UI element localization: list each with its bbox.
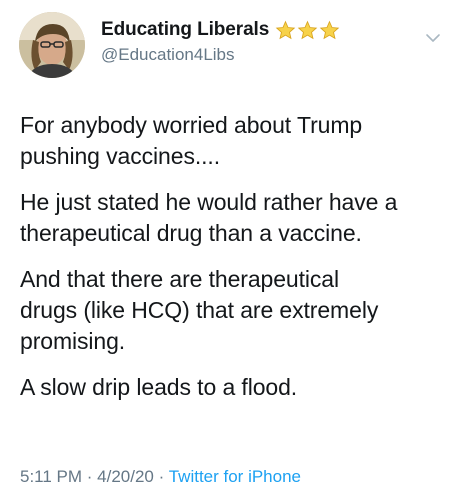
separator: · (82, 467, 98, 486)
user-handle[interactable]: @Education4Libs (101, 45, 340, 65)
tweet-text: For anybody worried about Trump pushing … (20, 110, 450, 418)
tweet-metadata: 5:11 PM · 4/20/20 · Twitter for iPhone (20, 467, 301, 487)
tweet-time[interactable]: 5:11 PM (20, 467, 82, 486)
tweet-source-link[interactable]: Twitter for iPhone (169, 467, 301, 486)
avatar[interactable] (19, 12, 85, 78)
name-badges (275, 20, 340, 41)
chevron-down-icon[interactable] (425, 30, 441, 46)
tweet-paragraph: And that there are therapeutical drugs (… (20, 266, 379, 354)
display-name-row: Educating Liberals (101, 18, 340, 42)
star-icon (319, 20, 340, 39)
tweet-header: Educating Liberals @Education4Libs (101, 18, 340, 65)
tweet-paragraph: A slow drip leads to a flood. (20, 374, 298, 400)
display-name[interactable]: Educating Liberals (101, 19, 269, 41)
tweet-card: Educating Liberals @Education4Libs For a… (0, 0, 462, 500)
separator: · (153, 467, 169, 486)
tweet-paragraph: He just stated he would rather have a th… (20, 189, 398, 246)
tweet-paragraph: For anybody worried about Trump pushing … (20, 112, 363, 169)
tweet-date[interactable]: 4/20/20 (97, 467, 154, 486)
star-icon (297, 20, 318, 39)
avatar-image (19, 12, 85, 78)
star-icon (275, 20, 296, 39)
